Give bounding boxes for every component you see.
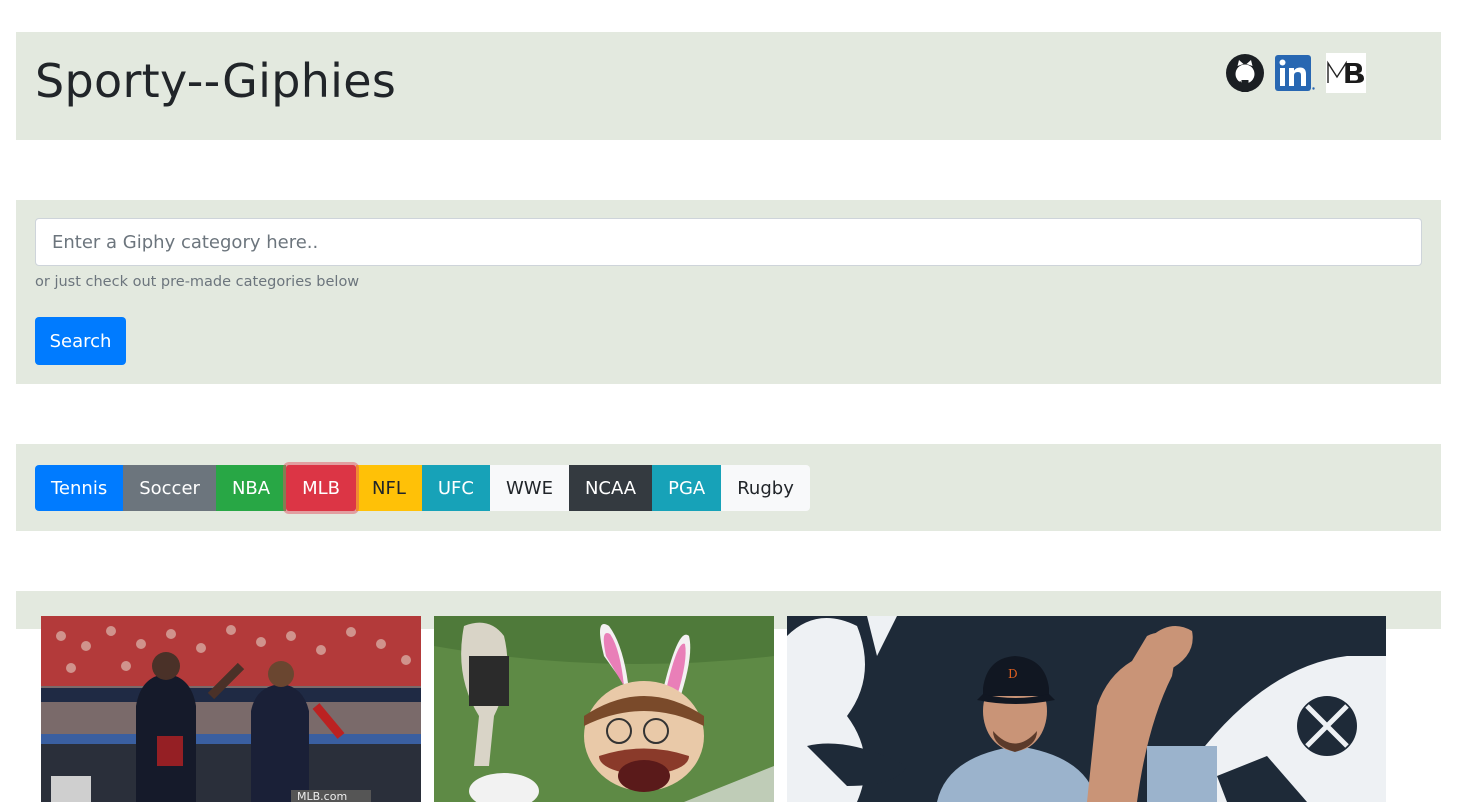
- gif-pitcher-clapping[interactable]: D: [787, 616, 1386, 802]
- category-button-mlb[interactable]: MLB: [286, 465, 356, 511]
- page-title: Sporty--Giphies: [35, 54, 397, 108]
- category-button-group: Tennis Soccer NBA MLB NFL UFC WWE NCAA PGA Rugby: [35, 465, 810, 511]
- gif-baseball-dugout-celebration[interactable]: MLB.com: [41, 616, 421, 802]
- category-button-nfl[interactable]: NFL: [356, 465, 422, 511]
- category-button-rugby[interactable]: Rugby: [721, 465, 810, 511]
- category-button-ncaa[interactable]: NCAA: [568, 465, 653, 511]
- category-button-nba[interactable]: NBA: [215, 465, 287, 511]
- category-button-wwe[interactable]: WWE: [489, 465, 569, 511]
- linkedin-icon[interactable]: [1274, 53, 1316, 93]
- search-input[interactable]: [35, 218, 1422, 266]
- gif-watermark: MLB.com: [297, 790, 347, 802]
- category-button-soccer[interactable]: Soccer: [123, 465, 216, 511]
- github-icon[interactable]: [1225, 53, 1265, 93]
- category-button-pga[interactable]: PGA: [652, 465, 722, 511]
- gif-mascot-bunny-ears[interactable]: [434, 616, 774, 802]
- search-button[interactable]: Search: [35, 317, 126, 365]
- category-button-tennis[interactable]: Tennis: [35, 465, 124, 511]
- category-button-ufc[interactable]: UFC: [421, 465, 490, 511]
- search-panel: or just check out pre-made categories be…: [16, 200, 1441, 384]
- header-panel: Sporty--Giphies: [16, 32, 1441, 140]
- svg-text:D: D: [1008, 667, 1018, 681]
- mb-logo[interactable]: [1326, 53, 1366, 93]
- category-panel: Tennis Soccer NBA MLB NFL UFC WWE NCAA PGA Rugby: [16, 444, 1441, 531]
- search-hint: or just check out pre-made categories be…: [35, 274, 360, 290]
